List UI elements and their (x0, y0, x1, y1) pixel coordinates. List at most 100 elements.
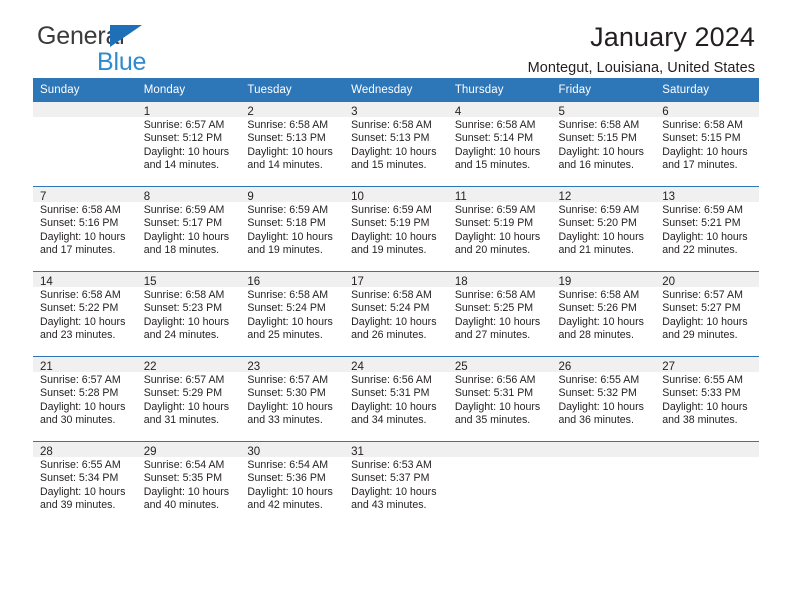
sun-info-line: Sunrise: 6:59 AM (662, 204, 743, 216)
sun-info-line: Sunset: 5:12 PM (143, 132, 223, 145)
sun-info-line: and 38 minutes. (662, 414, 738, 427)
calendar-day-cell[interactable]: 1 Sunrise: 6:57 AM Sunset: 5:12 PM Daylight… (136, 102, 241, 187)
sun-info: Sunrise: 6:55 AM Sunset: 5:33 PM Daylight:… (655, 372, 759, 428)
sun-info: Sunrise: 6:53 AM Sunset: 5:37 PM Daylight:… (344, 457, 448, 513)
calendar-day-cell[interactable]: 24 Sunrise: 6:56 AM Sunset: 5:31 PM Dayligh… (344, 356, 448, 442)
day-cell-content: 22 Sunrise: 6:57 AM Sunset: 5:29 PM Dayligh… (136, 357, 241, 441)
day-cell-content (551, 442, 656, 526)
sun-info-line: Sunrise: 6:56 AM (351, 374, 432, 386)
sun-info-line: Daylight: 10 hours (143, 485, 230, 498)
sun-info-line: Sunset: 5:16 PM (40, 217, 119, 230)
sun-info-line: and 30 minutes. (40, 414, 116, 427)
day-cell-content: 17 Sunrise: 6:58 AM Sunset: 5:24 PM Dayligh… (344, 272, 448, 356)
calendar-day-cell[interactable]: 9 Sunrise: 6:59 AM Sunset: 5:18 PM Daylight… (240, 186, 345, 272)
sun-info-line: Daylight: 10 hours (351, 315, 437, 328)
sun-info: Sunrise: 6:58 AM Sunset: 5:14 PM Daylight:… (448, 117, 552, 173)
day-cell-content: 19 Sunrise: 6:58 AM Sunset: 5:26 PM Dayligh… (551, 272, 656, 356)
sun-info: Sunrise: 6:59 AM Sunset: 5:19 PM Daylight:… (448, 202, 552, 258)
calendar-day-cell[interactable]: 27 Sunrise: 6:55 AM Sunset: 5:33 PM Dayligh… (655, 356, 759, 442)
calendar-day-cell[interactable]: 31 Sunrise: 6:53 AM Sunset: 5:37 PM Dayligh… (344, 441, 448, 526)
sun-info-line: and 43 minutes. (351, 499, 427, 512)
day-number: 28 (33, 442, 137, 458)
calendar-day-cell[interactable]: 26 Sunrise: 6:55 AM Sunset: 5:32 PM Dayligh… (551, 356, 656, 442)
sun-info-line: and 17 minutes. (40, 244, 116, 257)
calendar-day-cell[interactable]: 13 Sunrise: 6:59 AM Sunset: 5:21 PM Dayligh… (655, 186, 759, 272)
day-number: 9 (240, 187, 345, 203)
sun-info-line: Sunset: 5:15 PM (662, 132, 741, 145)
sun-info-line: Sunrise: 6:58 AM (247, 289, 329, 301)
location-subtitle: Montegut, Louisiana, United States (527, 60, 755, 77)
day-number: 21 (33, 357, 137, 373)
sun-info-line: Sunset: 5:25 PM (454, 302, 534, 315)
calendar-week-row: 7 Sunrise: 6:58 AM Sunset: 5:16 PM Daylight… (33, 186, 759, 272)
calendar-day-cell[interactable]: 17 Sunrise: 6:58 AM Sunset: 5:24 PM Dayligh… (344, 271, 448, 357)
sun-info-line: Sunset: 5:28 PM (40, 387, 119, 400)
sun-info-line: Sunset: 5:21 PM (662, 217, 741, 230)
sun-info-line: Sunrise: 6:58 AM (40, 204, 121, 216)
sun-info-line: Daylight: 10 hours (351, 400, 437, 413)
sun-info-line: Daylight: 10 hours (40, 485, 126, 498)
day-number: 22 (136, 357, 241, 373)
sun-info-line: and 20 minutes. (454, 244, 531, 257)
calendar-day-cell[interactable]: 4 Sunrise: 6:58 AM Sunset: 5:14 PM Daylight… (447, 102, 552, 187)
calendar-day-cell[interactable]: 29 Sunrise: 6:54 AM Sunset: 5:35 PM Dayligh… (136, 441, 241, 526)
calendar-day-cell[interactable]: 14 Sunrise: 6:58 AM Sunset: 5:22 PM Dayligh… (33, 271, 137, 357)
calendar-day-cell[interactable]: 28 Sunrise: 6:55 AM Sunset: 5:34 PM Dayligh… (33, 441, 137, 526)
calendar-day-cell[interactable]: 7 Sunrise: 6:58 AM Sunset: 5:16 PM Daylight… (33, 186, 137, 272)
calendar-day-cell[interactable]: 8 Sunrise: 6:59 AM Sunset: 5:17 PM Daylight… (136, 186, 241, 272)
sun-info-line: Sunrise: 6:59 AM (558, 204, 640, 216)
sun-info-line: Sunrise: 6:57 AM (247, 374, 329, 386)
sun-info-line: Sunset: 5:26 PM (558, 302, 637, 315)
day-number: 31 (344, 442, 448, 458)
day-number: 10 (344, 187, 448, 203)
sun-info: Sunrise: 6:55 AM Sunset: 5:34 PM Daylight:… (33, 457, 137, 513)
calendar-day-cell[interactable]: 10 Sunrise: 6:59 AM Sunset: 5:19 PM Dayligh… (344, 186, 448, 272)
calendar-day-cell[interactable]: 16 Sunrise: 6:58 AM Sunset: 5:24 PM Dayligh… (240, 271, 345, 357)
day-number: 11 (447, 187, 552, 203)
day-number: 8 (136, 187, 241, 203)
sun-info-line: Daylight: 10 hours (351, 485, 437, 498)
calendar-day-cell[interactable]: 2 Sunrise: 6:58 AM Sunset: 5:13 PM Daylight… (240, 102, 345, 187)
sun-info-line: Daylight: 10 hours (558, 315, 644, 328)
calendar-day-cell[interactable]: 18 Sunrise: 6:58 AM Sunset: 5:25 PM Dayligh… (447, 271, 552, 357)
day-number: 13 (655, 187, 759, 203)
day-number: 1 (136, 102, 241, 118)
sun-info-line: Sunrise: 6:59 AM (247, 204, 329, 216)
calendar-day-cell[interactable]: 20 Sunrise: 6:57 AM Sunset: 5:27 PM Dayligh… (655, 271, 759, 357)
sun-info-line: Sunset: 5:15 PM (558, 132, 637, 145)
sun-info-line: and 35 minutes. (454, 414, 531, 427)
page-title: January 2024 (590, 22, 755, 52)
sun-info-line: Daylight: 10 hours (558, 400, 644, 413)
calendar-day-cell[interactable]: 3 Sunrise: 6:58 AM Sunset: 5:13 PM Daylight… (344, 102, 448, 187)
calendar-body: 1 Sunrise: 6:57 AM Sunset: 5:12 PM Daylight… (33, 102, 759, 526)
sun-info-line: Sunset: 5:31 PM (351, 387, 430, 400)
calendar-day-cell[interactable]: 23 Sunrise: 6:57 AM Sunset: 5:30 PM Dayligh… (240, 356, 345, 442)
sun-info-line: and 26 minutes. (351, 329, 427, 342)
calendar-day-cell[interactable]: 15 Sunrise: 6:58 AM Sunset: 5:23 PM Dayligh… (136, 271, 241, 357)
calendar-day-cell[interactable]: 12 Sunrise: 6:59 AM Sunset: 5:20 PM Dayligh… (551, 186, 656, 272)
sun-info-line: Sunrise: 6:59 AM (143, 204, 225, 216)
sun-info: Sunrise: 6:59 AM Sunset: 5:18 PM Daylight:… (240, 202, 344, 258)
calendar-day-cell[interactable]: 5 Sunrise: 6:58 AM Sunset: 5:15 PM Daylight… (551, 102, 656, 187)
calendar-empty-cell (655, 441, 759, 526)
sun-info-line: Sunrise: 6:57 AM (143, 374, 225, 386)
sun-info-line: and 29 minutes. (662, 329, 738, 342)
brand-logo[interactable]: General Blue (37, 24, 237, 78)
sun-info-line: and 18 minutes. (143, 244, 220, 257)
sun-info-line: and 24 minutes. (143, 329, 220, 342)
calendar-day-cell[interactable]: 22 Sunrise: 6:57 AM Sunset: 5:29 PM Dayligh… (136, 356, 241, 442)
sun-info: Sunrise: 6:58 AM Sunset: 5:15 PM Daylight:… (552, 117, 656, 173)
calendar-day-cell[interactable]: 30 Sunrise: 6:54 AM Sunset: 5:36 PM Dayligh… (240, 441, 345, 526)
calendar-day-cell[interactable]: 6 Sunrise: 6:58 AM Sunset: 5:15 PM Daylight… (655, 102, 759, 187)
sun-info-line: Daylight: 10 hours (40, 400, 126, 413)
day-number: 12 (551, 187, 656, 203)
calendar-day-cell[interactable]: 11 Sunrise: 6:59 AM Sunset: 5:19 PM Dayligh… (447, 186, 552, 272)
sun-info-line: and 22 minutes. (662, 244, 738, 257)
calendar-day-cell[interactable]: 21 Sunrise: 6:57 AM Sunset: 5:28 PM Dayligh… (33, 356, 137, 442)
day-number: 19 (551, 272, 656, 288)
day-cell-content: 23 Sunrise: 6:57 AM Sunset: 5:30 PM Dayligh… (240, 357, 345, 441)
calendar-day-cell[interactable]: 25 Sunrise: 6:56 AM Sunset: 5:31 PM Dayligh… (447, 356, 552, 442)
calendar-day-cell[interactable]: 19 Sunrise: 6:58 AM Sunset: 5:26 PM Dayligh… (551, 271, 656, 357)
calendar-week-row: 14 Sunrise: 6:58 AM Sunset: 5:22 PM Dayligh… (33, 271, 759, 357)
day-cell-content: 9 Sunrise: 6:59 AM Sunset: 5:18 PM Daylight… (240, 187, 345, 271)
